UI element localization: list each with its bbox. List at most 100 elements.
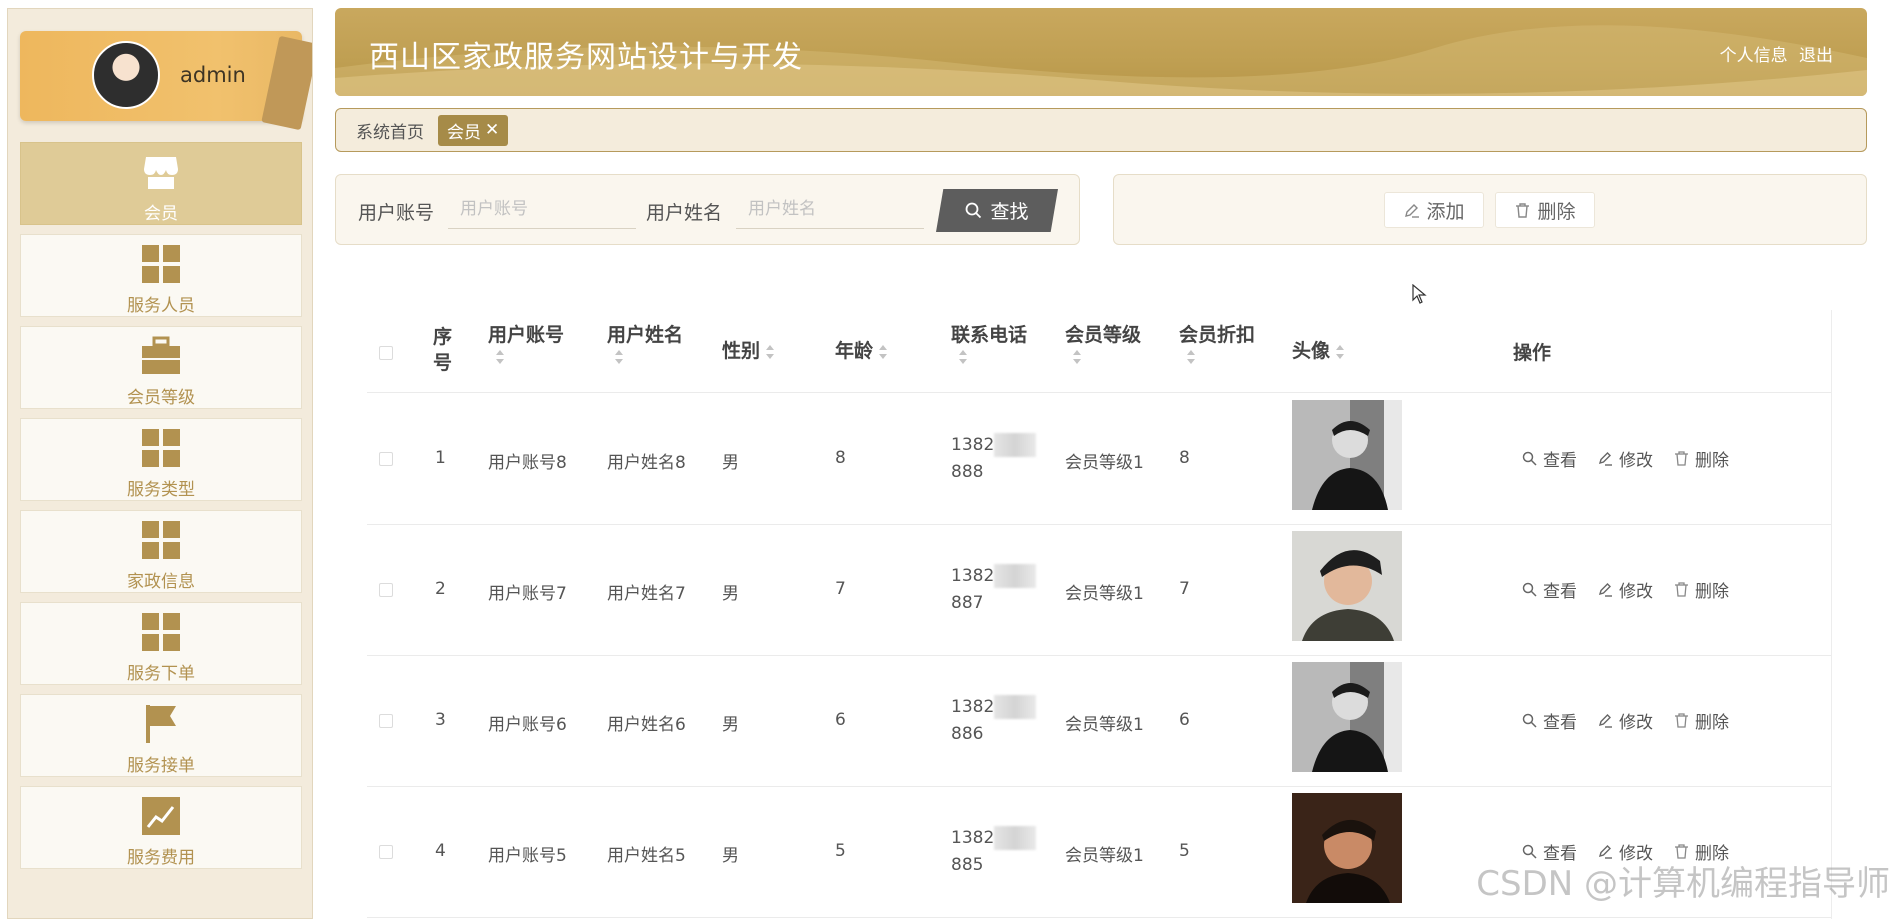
cell-discount: 8 (1179, 448, 1190, 468)
grid-icon (142, 521, 180, 559)
close-icon[interactable]: ✕ (485, 120, 499, 140)
avatar[interactable] (92, 41, 160, 109)
table-row: 3 用户账号6 用户姓名6 男 6 1382 886 会员等级1 6 查看 修改 (367, 656, 1831, 787)
column-header-name[interactable]: 用户姓名 (607, 322, 683, 364)
column-header-gender[interactable]: 性别 (722, 338, 775, 364)
magnifier-icon (1522, 713, 1537, 728)
profile-link[interactable]: 个人信息 (1720, 46, 1788, 66)
cell-discount: 5 (1179, 841, 1190, 861)
action-panel: 添加 删除 (1113, 174, 1867, 245)
flag-icon (146, 705, 176, 743)
mouse-cursor-icon (1412, 284, 1427, 304)
column-header-index: 序 号 (433, 326, 453, 374)
search-button[interactable]: 查找 (936, 189, 1058, 232)
sidebar-item-label: 服务人员 (127, 296, 195, 316)
sort-icon[interactable] (766, 344, 775, 359)
table-row: 2 用户账号7 用户姓名7 男 7 1382 887 会员等级1 7 查看 修改 (367, 525, 1831, 656)
watermark: CSDN @计算机编程指导师 (1476, 864, 1890, 904)
cell-name: 用户姓名8 (607, 453, 686, 473)
delete-button[interactable]: 删除 (1495, 192, 1595, 228)
column-header-account[interactable]: 用户账号 (488, 322, 564, 364)
edit-button[interactable]: 修改 (1597, 708, 1653, 733)
breadcrumb: 系统首页 会员 ✕ (335, 108, 1867, 152)
sidebar-item-service-fees[interactable]: 服务费用 (20, 786, 302, 869)
sidebar: admin 会员 服务人员 会员等级 服务类型 家政信息 服务下单 服务接单 服… (7, 8, 313, 919)
column-header-age[interactable]: 年龄 (835, 338, 888, 364)
account-search-input[interactable] (448, 189, 636, 229)
column-header-avatar[interactable]: 头像 (1292, 338, 1345, 364)
sort-icon[interactable] (615, 350, 623, 364)
add-button[interactable]: 添加 (1384, 192, 1484, 228)
cell-index: 4 (435, 841, 446, 861)
name-search-input[interactable] (736, 189, 924, 229)
breadcrumb-home[interactable]: 系统首页 (356, 118, 424, 143)
row-checkbox[interactable] (379, 845, 393, 859)
cell-account: 用户账号6 (488, 715, 567, 735)
select-all-checkbox[interactable] (379, 346, 393, 360)
delete-row-button[interactable]: 删除 (1673, 708, 1729, 733)
search-icon (966, 202, 982, 219)
view-button[interactable]: 查看 (1521, 446, 1577, 471)
column-header-discount[interactable]: 会员折扣 (1179, 322, 1255, 364)
tab-members[interactable]: 会员 ✕ (438, 114, 509, 146)
delete-row-button[interactable]: 删除 (1673, 446, 1729, 471)
magnifier-icon (1522, 451, 1537, 466)
sidebar-item-label: 服务接单 (127, 756, 195, 776)
cell-phone: 1382 885 (951, 825, 1037, 879)
redacted-mask (994, 826, 1037, 850)
sort-icon[interactable] (496, 350, 504, 364)
cell-phone: 1382 887 (951, 563, 1037, 617)
chart-icon (142, 797, 180, 835)
sidebar-item-service-orders[interactable]: 服务下单 (20, 602, 302, 685)
column-header-operations: 操作 (1513, 342, 1552, 364)
sidebar-item-label: 会员等级 (127, 388, 195, 408)
decoration (261, 35, 312, 131)
trash-icon (1675, 582, 1688, 597)
sort-icon[interactable] (959, 350, 967, 364)
sort-icon[interactable] (1073, 350, 1081, 364)
cell-discount: 6 (1179, 710, 1190, 730)
sidebar-item-label: 家政信息 (127, 572, 195, 592)
sidebar-item-member-level[interactable]: 会员等级 (20, 326, 302, 409)
username: admin (180, 63, 246, 87)
avatar-photo[interactable] (1292, 793, 1402, 903)
sidebar-item-label: 会员 (144, 204, 178, 224)
sidebar-item-service-type[interactable]: 服务类型 (20, 418, 302, 501)
cell-name: 用户姓名7 (607, 584, 686, 604)
cell-index: 1 (435, 448, 446, 468)
sort-icon[interactable] (879, 344, 888, 359)
edit-button[interactable]: 修改 (1597, 577, 1653, 602)
column-header-level[interactable]: 会员等级 (1065, 322, 1141, 364)
edit-icon (1405, 203, 1420, 218)
edit-button[interactable]: 修改 (1597, 446, 1653, 471)
sidebar-item-housekeeping-info[interactable]: 家政信息 (20, 510, 302, 593)
row-checkbox[interactable] (379, 714, 393, 728)
sidebar-item-members[interactable]: 会员 (20, 142, 302, 225)
search-button-label: 查找 (990, 201, 1029, 223)
view-button[interactable]: 查看 (1521, 577, 1577, 602)
cell-gender: 男 (722, 453, 739, 473)
delete-row-button[interactable]: 删除 (1673, 577, 1729, 602)
cell-index: 3 (435, 710, 446, 730)
logout-link[interactable]: 退出 (1799, 46, 1833, 66)
row-operations: 查看 修改 删除 (1521, 577, 1729, 602)
column-header-phone[interactable]: 联系电话 (951, 322, 1027, 364)
cell-index: 2 (435, 579, 446, 599)
avatar-photo[interactable] (1292, 662, 1402, 772)
view-button[interactable]: 查看 (1521, 708, 1577, 733)
row-checkbox[interactable] (379, 583, 393, 597)
avatar-photo[interactable] (1292, 400, 1402, 510)
cell-level: 会员等级1 (1065, 584, 1144, 604)
edit-icon (1598, 583, 1612, 597)
sidebar-item-label: 服务费用 (127, 848, 195, 868)
name-label: 用户姓名 (646, 202, 723, 224)
sort-icon[interactable] (1336, 344, 1345, 359)
sort-icon[interactable] (1187, 350, 1195, 364)
sidebar-item-service-accept[interactable]: 服务接单 (20, 694, 302, 777)
search-panel: 用户账号 用户姓名 查找 (335, 174, 1080, 245)
sidebar-item-service-staff[interactable]: 服务人员 (20, 234, 302, 317)
avatar-photo[interactable] (1292, 531, 1402, 641)
briefcase-icon (142, 336, 180, 374)
row-checkbox[interactable] (379, 452, 393, 466)
cell-phone: 1382 886 (951, 694, 1037, 748)
